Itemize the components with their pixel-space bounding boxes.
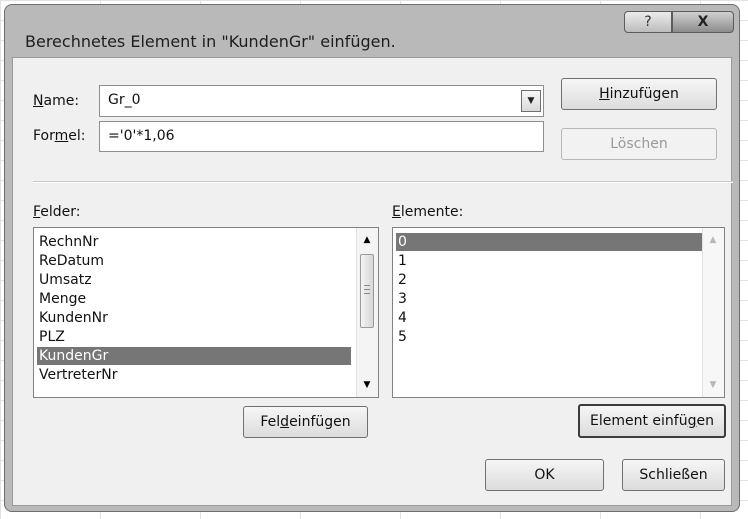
list-item[interactable]: 3 [396, 290, 704, 308]
list-item[interactable]: 5 [396, 328, 704, 346]
formula-input[interactable]: ='0'*1,06 [99, 121, 544, 152]
close-icon: X [697, 14, 709, 30]
delete-button[interactable]: Löschen [561, 128, 717, 160]
formula-label: Formel: [33, 128, 86, 144]
formula-value: ='0'*1,06 [108, 128, 175, 144]
scroll-up-icon[interactable]: ▲ [703, 232, 723, 248]
list-item[interactable]: RechnNr [37, 233, 351, 251]
name-dropdown-button[interactable]: ▼ [521, 90, 541, 112]
fields-listbox[interactable]: RechnNr ReDatum Umsatz Menge KundenNr PL… [33, 227, 379, 398]
list-item[interactable]: 4 [396, 309, 704, 327]
help-icon: ? [644, 14, 652, 30]
name-combobox[interactable]: Gr_0 ▼ [99, 85, 544, 117]
list-item[interactable]: KundenNr [37, 309, 351, 327]
list-item[interactable]: Umsatz [37, 271, 351, 289]
help-button[interactable]: ? [624, 11, 672, 33]
ok-button[interactable]: OK [485, 459, 604, 491]
insert-calculated-item-dialog: Berechnetes Element in "KundenGr" einfüg… [4, 4, 740, 512]
insert-field-button[interactable]: Fel d einfügen [243, 406, 368, 438]
elements-scrollbar[interactable]: ▲ ▼ [702, 228, 724, 397]
fields-label: Felder: [33, 204, 81, 220]
scroll-down-icon[interactable]: ▼ [703, 377, 723, 393]
dialog-client-area: Name: Gr_0 ▼ Hinzufügen Formel: ='0'*1,0… [12, 57, 733, 506]
elements-listbox[interactable]: 0 1 2 3 4 5 ▲ ▼ [392, 227, 725, 398]
list-item[interactable]: Menge [37, 290, 351, 308]
name-label: Name: [33, 93, 80, 109]
separator [33, 181, 733, 183]
close-window-button[interactable]: X [672, 11, 734, 33]
dialog-title: Berechnetes Element in "KundenGr" einfüg… [25, 32, 396, 51]
elements-label: Elemente: [392, 204, 464, 220]
list-item[interactable]: VertreterNr [37, 366, 351, 384]
close-button[interactable]: Schließen [622, 459, 725, 491]
list-item[interactable]: ReDatum [37, 252, 351, 270]
scroll-thumb[interactable] [360, 254, 374, 328]
scroll-up-icon[interactable]: ▲ [357, 232, 377, 248]
name-value: Gr_0 [108, 92, 141, 108]
chevron-down-icon: ▼ [527, 96, 535, 106]
fields-scrollbar[interactable]: ▲ ▼ [356, 228, 378, 397]
add-button[interactable]: Hinzufügen [561, 78, 717, 110]
list-item-selected[interactable]: KundenGr [37, 347, 351, 365]
list-item[interactable]: PLZ [37, 328, 351, 346]
scroll-down-icon[interactable]: ▼ [357, 377, 377, 393]
list-item[interactable]: 1 [396, 252, 704, 270]
title-bar[interactable]: Berechnetes Element in "KundenGr" einfüg… [5, 5, 739, 57]
list-item-selected[interactable]: 0 [396, 233, 704, 251]
insert-element-button[interactable]: Element einfü g en [578, 404, 726, 438]
list-item[interactable]: 2 [396, 271, 704, 289]
